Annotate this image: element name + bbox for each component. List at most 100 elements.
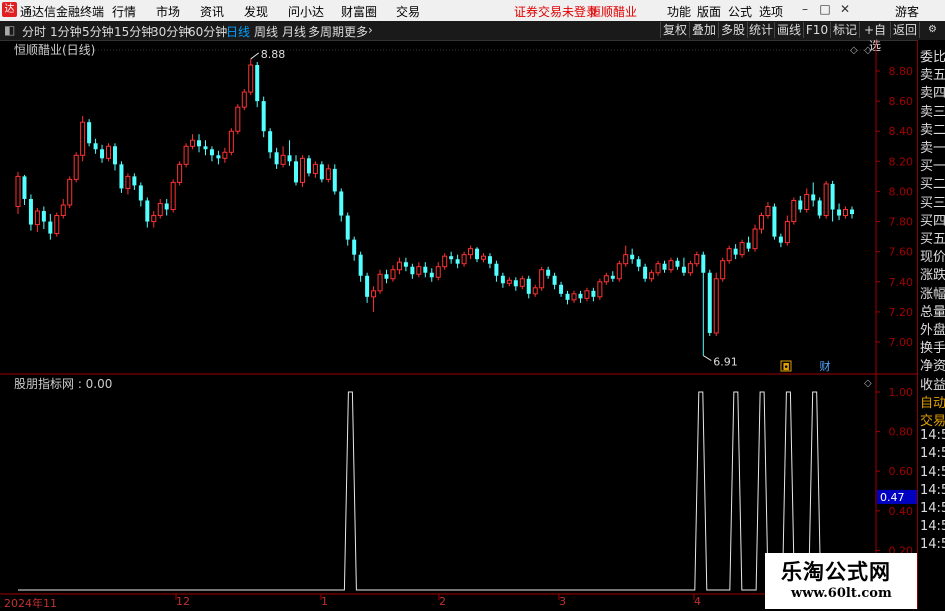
candle-body xyxy=(48,221,53,234)
candle-body xyxy=(384,274,389,279)
candle-body xyxy=(255,64,260,102)
menu-options[interactable]: 选项 xyxy=(759,3,783,20)
max-price-label: 8.88 xyxy=(261,48,286,61)
sidebar-item: 买三 xyxy=(920,195,945,211)
candle-body xyxy=(765,206,771,217)
menu-wealth[interactable]: 财富圈 xyxy=(341,3,377,20)
period-toolbar: ◧ 分时 1分钟 5分钟 15分钟 30分钟 60分钟 日线 周线 月线 多周期… xyxy=(0,21,945,53)
candle-body xyxy=(449,256,454,260)
candle-body xyxy=(480,255,486,260)
candle-body xyxy=(584,290,590,299)
candle-body xyxy=(746,242,751,249)
period-tab[interactable]: 15分钟 xyxy=(114,23,153,40)
candle-body xyxy=(804,193,810,211)
candle-body xyxy=(60,204,66,217)
menu-market[interactable]: 市场 xyxy=(156,3,180,20)
period-tab-active[interactable]: 日线 xyxy=(226,23,250,40)
candle-body xyxy=(145,200,150,222)
sidebar-item: 卖四 xyxy=(920,86,945,102)
candle-body xyxy=(565,293,570,300)
period-tab[interactable]: 5分钟 xyxy=(82,23,114,40)
candle-body xyxy=(80,121,86,156)
candle-body xyxy=(823,183,829,217)
toolbar-button[interactable]: 复权 xyxy=(660,22,689,38)
login-notice[interactable]: 证券交易未登录 xyxy=(514,3,598,20)
candle-body xyxy=(597,281,603,298)
kline-chart-area[interactable]: 8.80 8.60 8.40 8.20 8.00 7.80 7.60 7.40 7.20 7.00… xyxy=(0,40,917,609)
sidebar-item: 卖二 xyxy=(920,122,945,138)
date-label: 1 xyxy=(321,595,328,608)
app-logo-icon: 达 xyxy=(2,2,17,17)
candle-body xyxy=(475,248,480,260)
menu-formula[interactable]: 公式 xyxy=(728,3,752,20)
indicator-title: 股朋指标网 : 0.00 xyxy=(14,377,113,391)
indicator-tick-label: 0.80 xyxy=(889,426,914,439)
candle-body xyxy=(468,248,474,256)
sidebar-item: 14:56 xyxy=(920,537,945,553)
date-axis: 2024年11 12 1 2 3 4 xyxy=(0,595,875,610)
candle-body xyxy=(403,262,408,267)
chevron-right-icon[interactable]: › xyxy=(368,23,373,37)
menu-trade[interactable]: 交易 xyxy=(396,3,420,20)
sidebar-item: 14:56 xyxy=(920,501,945,516)
menu-layout[interactable]: 版面 xyxy=(697,3,721,20)
candle-body xyxy=(694,254,700,265)
toolbar-button[interactable]: 返回 xyxy=(890,22,919,38)
candle-body xyxy=(100,149,105,159)
candle-body xyxy=(571,293,577,301)
candle-body xyxy=(662,263,667,270)
toolbar-button[interactable]: 统计 xyxy=(747,22,774,38)
menu-functions[interactable]: 功能 xyxy=(667,3,691,20)
candle-body xyxy=(830,183,835,210)
candle-body xyxy=(798,200,803,210)
candle-body xyxy=(34,210,40,226)
candle-body xyxy=(164,203,169,210)
candle-body xyxy=(849,209,855,215)
maximize-icon[interactable]: □ xyxy=(818,2,832,16)
price-tick-label: 7.00 xyxy=(889,336,914,349)
period-tab[interactable]: 周线 xyxy=(254,23,278,40)
guest-button[interactable]: 游客 xyxy=(895,3,919,20)
period-tab[interactable]: 月线 xyxy=(282,23,306,40)
period-tab[interactable]: 60分钟 xyxy=(188,23,227,40)
candle-body xyxy=(526,278,531,294)
period-tab-more[interactable]: 更多 xyxy=(344,23,368,40)
period-tab[interactable]: 分时 xyxy=(22,23,46,40)
close-icon[interactable]: ✕ xyxy=(838,2,852,16)
candle-body xyxy=(396,261,402,271)
badge-icon: ◘ xyxy=(782,363,789,373)
toolbar-button[interactable]: 多股 xyxy=(718,22,747,38)
menu-news[interactable]: 资讯 xyxy=(200,3,224,20)
candle-body xyxy=(138,185,143,201)
settings-icon[interactable]: ⚙ xyxy=(919,22,945,38)
candle-body xyxy=(513,280,518,287)
minimize-icon[interactable]: – xyxy=(798,2,812,16)
period-tab[interactable]: 1分钟 xyxy=(50,23,82,40)
candle-body xyxy=(713,278,719,334)
candle-body xyxy=(778,236,783,243)
sidebar-toggle-icon[interactable]: ◧ xyxy=(4,23,15,37)
candle-body xyxy=(455,259,460,264)
candle-body xyxy=(306,158,311,174)
menu-discover[interactable]: 发现 xyxy=(244,3,268,20)
sidebar-item: 买一 xyxy=(920,159,945,175)
watermark-title: 乐淘公式网 xyxy=(781,559,891,584)
toolbar-button[interactable]: 画线 xyxy=(774,22,803,38)
candle-body xyxy=(119,164,124,189)
sidebar-item: 卖五 xyxy=(920,68,945,84)
menu-ask[interactable]: 问小达 xyxy=(288,3,324,20)
period-tab[interactable]: 多周期 xyxy=(308,23,344,40)
candle-body xyxy=(352,239,357,255)
candle-body xyxy=(241,91,247,108)
current-value-label: 0.47 xyxy=(880,491,905,504)
candle-body xyxy=(739,242,745,256)
toolbar-button[interactable]: +自选 xyxy=(859,22,890,53)
toolbar-button[interactable]: 叠加 xyxy=(689,22,718,38)
toolbar-button[interactable]: F10 xyxy=(803,22,830,38)
period-tab[interactable]: 30分钟 xyxy=(151,23,190,40)
candle-body xyxy=(837,209,842,216)
candle-body xyxy=(494,263,499,276)
candle-body xyxy=(358,254,363,276)
toolbar-button[interactable]: 标记 xyxy=(830,22,859,38)
menu-market-quotes[interactable]: 行情 xyxy=(112,3,136,20)
